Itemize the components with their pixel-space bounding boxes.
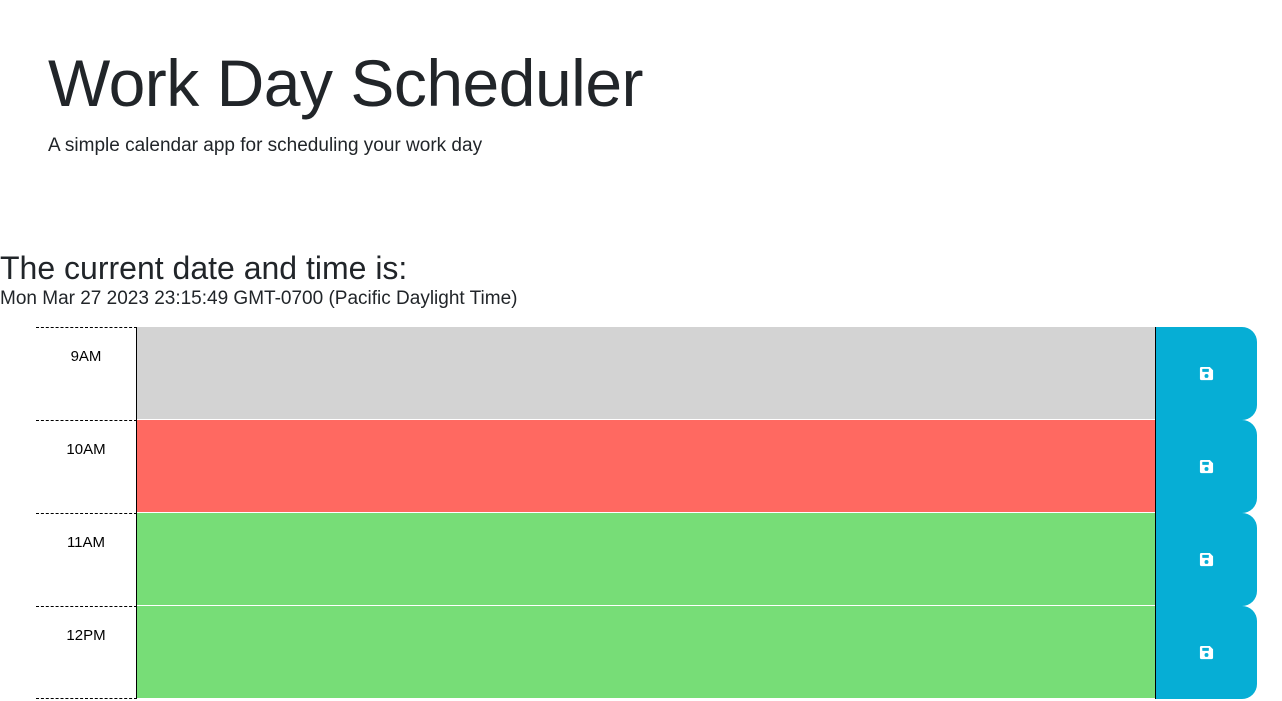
current-datetime-value: Mon Mar 27 2023 23:15:49 GMT-0700 (Pacif…	[0, 288, 518, 309]
save-button[interactable]	[1155, 327, 1257, 420]
event-description-input[interactable]	[137, 420, 1155, 513]
time-block-row: 9AM	[36, 327, 1257, 420]
floppy-disk-icon	[1199, 459, 1214, 474]
schedule-container: 9AM 10AM 11AM 12PM	[36, 327, 1257, 699]
page-header: Work Day Scheduler A simple calendar app…	[48, 44, 644, 158]
time-block-row: 11AM	[36, 513, 1257, 606]
save-button[interactable]	[1155, 606, 1257, 699]
current-datetime-heading: The current date and time is:	[0, 250, 408, 286]
hour-label: 9AM	[36, 327, 137, 420]
save-button[interactable]	[1155, 420, 1257, 513]
page-title: Work Day Scheduler	[48, 46, 644, 120]
floppy-disk-icon	[1199, 645, 1214, 660]
hour-label: 10AM	[36, 420, 137, 513]
floppy-disk-icon	[1199, 366, 1214, 381]
page-subtitle: A simple calendar app for scheduling you…	[48, 135, 483, 156]
event-description-input[interactable]	[137, 606, 1155, 699]
floppy-disk-icon	[1199, 552, 1214, 567]
hour-label: 11AM	[36, 513, 137, 606]
save-button[interactable]	[1155, 513, 1257, 606]
time-block-row: 10AM	[36, 420, 1257, 513]
event-description-input[interactable]	[137, 513, 1155, 606]
hour-label: 12PM	[36, 606, 137, 699]
time-block-row: 12PM	[36, 606, 1257, 699]
event-description-input[interactable]	[137, 327, 1155, 420]
